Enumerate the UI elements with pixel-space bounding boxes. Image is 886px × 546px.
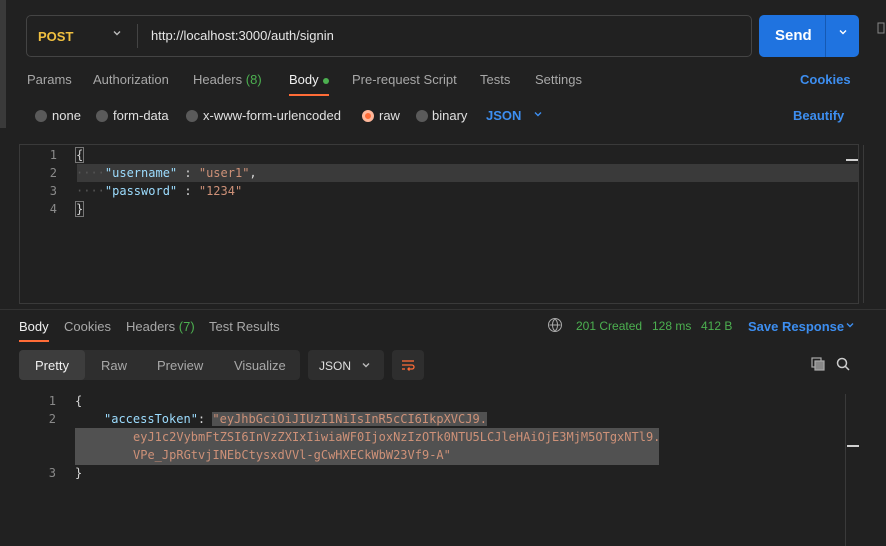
tab-body-label: Body [289, 72, 319, 87]
chevron-down-icon[interactable] [844, 319, 856, 334]
radio-form-data-label[interactable]: form-data [113, 108, 169, 123]
active-tab-underline [289, 94, 329, 96]
url-bar: POST http://localhost:3000/auth/signin [26, 15, 752, 57]
send-label: Send [775, 27, 812, 44]
response-size[interactable]: 412 B [701, 319, 732, 333]
response-tab-headers[interactable]: Headers (7) [126, 319, 195, 334]
code-line-password: ····"password" : "1234" [76, 184, 242, 198]
code-close-brace: } [74, 201, 85, 217]
line-number: 1 [49, 148, 57, 162]
response-close-brace: } [75, 466, 83, 480]
json-value: "eyJhbGciOiJIUzI1NiIsInR5cCI6IkpXVCJ9. [212, 412, 487, 426]
headers-count: (8) [245, 72, 262, 87]
response-tab-body[interactable]: Body [19, 319, 49, 334]
request-body-editor[interactable]: 1 2 3 4 { ····"username" : "user1", ····… [19, 144, 864, 304]
json-value: "user1" [198, 166, 250, 180]
chevron-down-icon [360, 359, 372, 374]
radio-none[interactable] [35, 110, 47, 122]
radio-binary-label[interactable]: binary [432, 108, 467, 123]
line-number: 2 [49, 166, 57, 180]
panel-edge-icon [876, 22, 886, 34]
url-input[interactable]: http://localhost:3000/auth/signin [151, 28, 334, 43]
token-part-2: eyJ1c2VybmFtZSI6InVzZXIxIiwiaWF0IjoxNzIz… [133, 430, 661, 444]
chevron-down-icon[interactable] [532, 108, 544, 123]
radio-raw-label[interactable]: raw [379, 108, 400, 123]
scroll-marker [846, 159, 858, 161]
beautify-button[interactable]: Beautify [793, 108, 844, 123]
radio-raw[interactable] [362, 110, 374, 122]
response-open-brace: { [75, 394, 83, 408]
response-language-select[interactable]: JSON [308, 350, 384, 380]
view-visualize[interactable]: Visualize [234, 358, 286, 373]
divider [825, 15, 826, 57]
json-separator: : [197, 412, 213, 426]
chevron-down-icon[interactable] [111, 27, 123, 42]
token-part-3-line: VPe_JpRGtvjINEbCtysxdVVl-gCwHXECkWbW23Vf… [133, 448, 451, 462]
scroll-marker [847, 445, 859, 447]
response-line-token[interactable]: "accessToken": "eyJhbGciOiJIUzI1NiIsInR5… [104, 412, 487, 426]
tab-headers-label: Headers [193, 72, 243, 87]
code-open-brace: { [74, 147, 85, 163]
wrap-lines-icon [400, 357, 416, 376]
token-part-1: eyJhbGciOiJIUzI1NiIsInR5cCI6IkpXVCJ9. [219, 412, 487, 426]
tab-params[interactable]: Params [27, 72, 72, 87]
response-language-label: JSON [319, 359, 352, 373]
line-number: 1 [48, 394, 56, 408]
pane-divider[interactable] [0, 309, 886, 310]
json-separator: : [177, 184, 199, 198]
radio-urlencoded[interactable] [186, 110, 198, 122]
copy-icon[interactable] [811, 357, 825, 371]
body-language-select[interactable]: JSON [486, 108, 521, 123]
response-headers-count: (7) [178, 319, 195, 334]
json-value: "1234" [198, 184, 243, 198]
radio-binary[interactable] [416, 110, 428, 122]
wrap-lines-button[interactable] [392, 350, 424, 380]
view-pretty[interactable]: Pretty [35, 358, 69, 373]
method-select[interactable]: POST [38, 29, 73, 44]
json-separator: : [177, 166, 199, 180]
tab-headers[interactable]: Headers (8) [193, 72, 262, 87]
token-part-3: VPe_JpRGtvjINEbCtysxdVVl-gCwHXECkWbW23Vf… [133, 448, 444, 462]
response-tab-test-results[interactable]: Test Results [209, 319, 280, 334]
indent-guide: ···· [76, 166, 105, 180]
indent-guide: ···· [76, 184, 105, 198]
send-button[interactable]: Send [759, 15, 859, 57]
save-response-button[interactable]: Save Response [748, 319, 844, 334]
json-key: "username" [104, 166, 178, 180]
divider [137, 24, 138, 48]
radio-urlencoded-label[interactable]: x-www-form-urlencoded [203, 108, 341, 123]
tab-tests[interactable]: Tests [480, 72, 510, 87]
tab-pre-request-script[interactable]: Pre-request Script [352, 72, 457, 87]
body-indicator-dot [322, 77, 329, 84]
cookies-link[interactable]: Cookies [800, 72, 851, 87]
tab-settings[interactable]: Settings [535, 72, 582, 87]
json-key: "accessToken" [104, 412, 198, 426]
code-line-username: ····"username" : "user1", [76, 166, 257, 180]
radio-form-data[interactable] [96, 110, 108, 122]
json-key: "password" [104, 184, 178, 198]
response-tab-headers-label: Headers [126, 319, 176, 334]
line-number: 3 [48, 466, 56, 480]
view-raw[interactable]: Raw [101, 358, 127, 373]
line-number: 3 [49, 184, 57, 198]
response-view-toggle: Pretty Raw Preview Visualize [19, 350, 300, 380]
tab-authorization[interactable]: Authorization [93, 72, 169, 87]
line-number: 4 [49, 202, 57, 216]
view-preview[interactable]: Preview [157, 358, 203, 373]
tab-body[interactable]: Body [289, 72, 329, 87]
globe-icon[interactable] [548, 318, 562, 332]
json-comma: , [249, 166, 257, 180]
editor-scrollbar[interactable] [863, 145, 864, 303]
response-time[interactable]: 128 ms [652, 319, 691, 333]
left-scrollbar[interactable] [0, 0, 6, 128]
search-icon[interactable] [836, 357, 850, 371]
response-tab-cookies[interactable]: Cookies [64, 319, 111, 334]
line-number: 2 [48, 412, 56, 426]
response-scrollbar[interactable] [845, 394, 846, 546]
active-tab-underline [19, 340, 49, 342]
chevron-down-icon[interactable] [837, 26, 849, 41]
radio-none-label[interactable]: none [52, 108, 81, 123]
status-badge[interactable]: 201 Created [576, 319, 642, 333]
